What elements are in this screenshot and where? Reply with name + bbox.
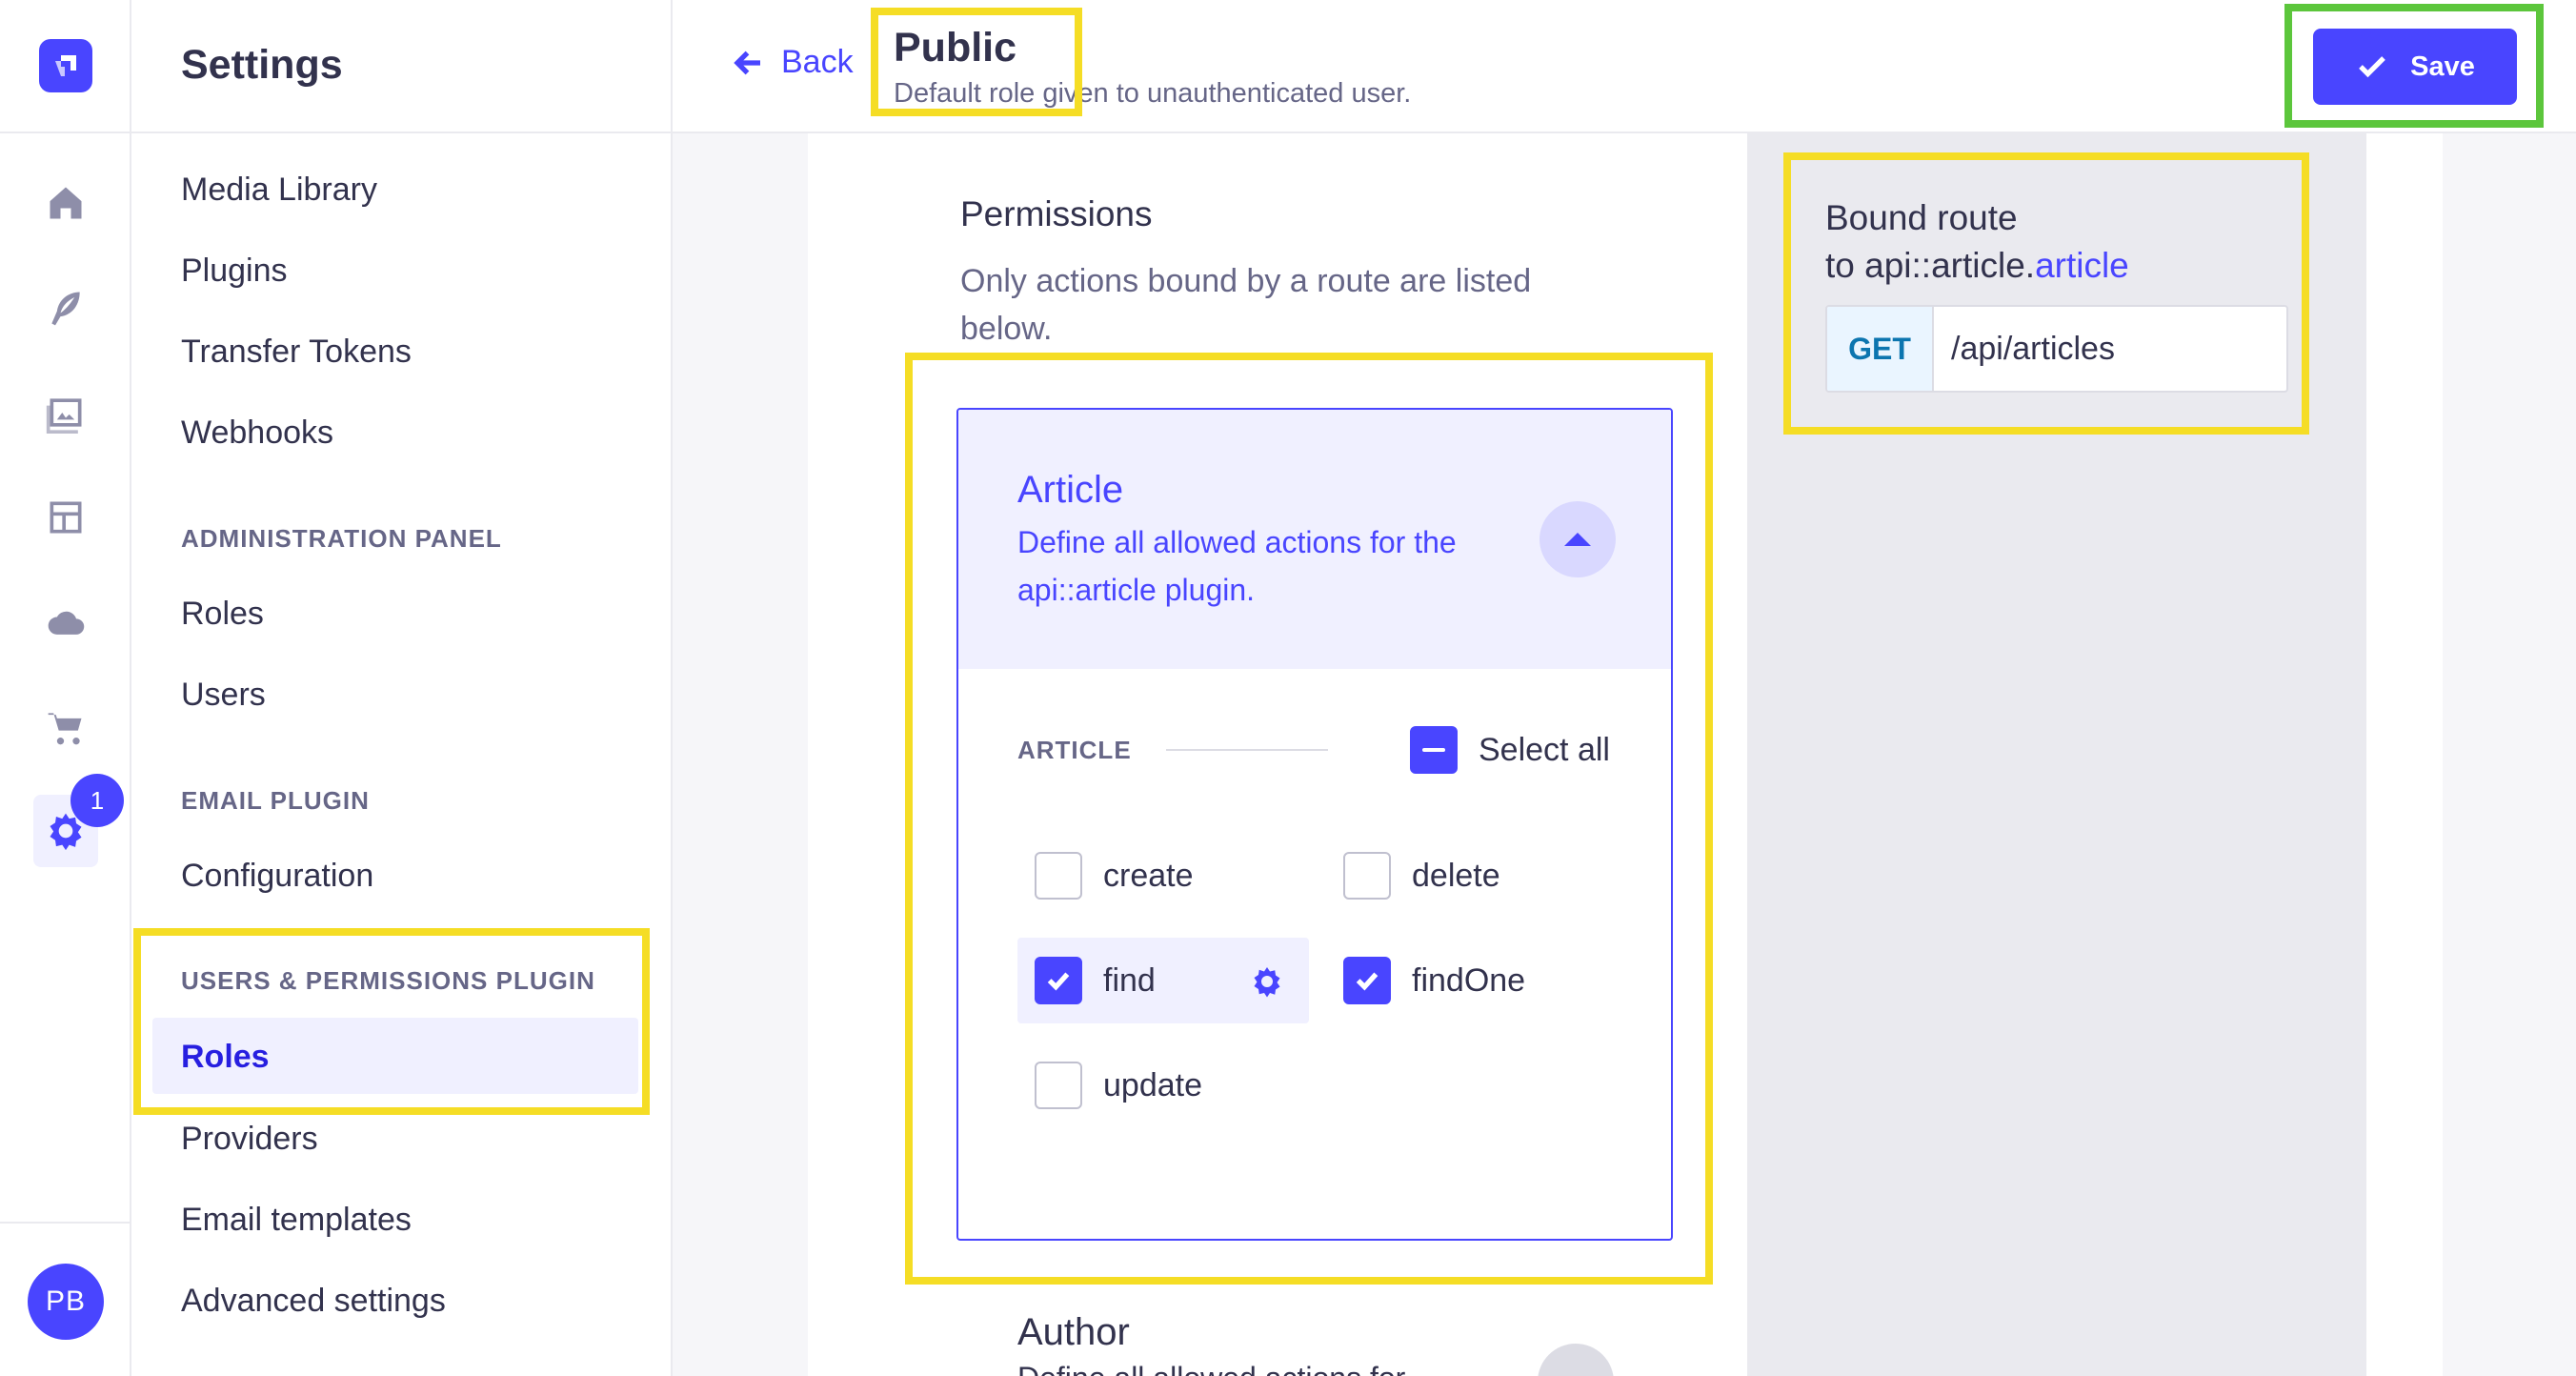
- author-accordion-title[interactable]: Author: [1017, 1311, 1130, 1354]
- feather-icon[interactable]: [40, 282, 91, 334]
- user-avatar[interactable]: PB: [28, 1264, 104, 1340]
- section-administration-panel: ADMINISTRATION PANEL: [181, 524, 502, 553]
- nav-item-advanced-settings[interactable]: Advanced settings: [181, 1283, 446, 1320]
- settings-subnav: Settings Media Library Plugins Transfer …: [131, 0, 673, 1376]
- main-nav-rail: 1 PB: [0, 0, 131, 1376]
- action-label: update: [1103, 1066, 1202, 1103]
- action-label: delete: [1412, 857, 1500, 894]
- rail-divider-bottom: [0, 1222, 131, 1224]
- findone-checkbox[interactable]: [1343, 957, 1391, 1004]
- rail-divider: [0, 132, 131, 133]
- check-icon: [1356, 972, 1379, 991]
- bound-route-accent: article: [2035, 246, 2129, 285]
- nav-item-users[interactable]: Users: [181, 677, 266, 714]
- create-checkbox[interactable]: [1035, 852, 1082, 900]
- action-findone[interactable]: findOne: [1343, 957, 1525, 1004]
- subnav-divider: [131, 132, 673, 133]
- bound-route-line1: Bound route: [1825, 198, 2018, 237]
- page-title: Public: [894, 25, 1017, 71]
- route-path: /api/articles: [1951, 330, 2115, 367]
- back-link[interactable]: Back: [732, 44, 854, 81]
- home-icon[interactable]: [40, 177, 91, 229]
- section-users-permissions-plugin: USERS & PERMISSIONS PLUGIN: [181, 966, 595, 995]
- image-icon[interactable]: [40, 387, 91, 438]
- action-label: create: [1103, 857, 1194, 894]
- strapi-logo-icon[interactable]: [39, 39, 92, 92]
- find-checkbox[interactable]: [1035, 957, 1082, 1004]
- notification-badge: 1: [70, 774, 124, 827]
- action-delete[interactable]: delete: [1343, 852, 1500, 900]
- check-icon: [2359, 56, 2385, 78]
- arrow-left-icon: [734, 51, 760, 74]
- author-accordion-description: Define all allowed actions for: [1017, 1361, 1405, 1376]
- accordion-description: Define all allowed actions for the api::…: [1017, 525, 1457, 607]
- check-icon: [1047, 972, 1070, 991]
- accordion-header[interactable]: Article Define all allowed actions for t…: [958, 410, 1671, 669]
- cog-icon[interactable]: [1250, 964, 1284, 999]
- select-all-checkbox[interactable]: [1410, 726, 1458, 774]
- action-label: findOne: [1412, 961, 1526, 999]
- layout-icon[interactable]: [40, 492, 91, 543]
- collapse-toggle-button[interactable]: [1540, 501, 1616, 577]
- bound-route-prefix: to api::article.: [1825, 246, 2036, 285]
- cloud-icon[interactable]: [40, 597, 91, 648]
- group-label: ARTICLE: [1017, 736, 1132, 764]
- select-all-label: Select all: [1479, 731, 1610, 768]
- bound-route-line2: to api::article.article: [1825, 242, 2129, 290]
- page-header: Back Public Default role given to unauth…: [673, 0, 2576, 133]
- nav-item-admin-roles[interactable]: Roles: [181, 596, 264, 633]
- page-subtitle: Default role given to unauthenticated us…: [894, 78, 1412, 109]
- save-button[interactable]: Save: [2313, 29, 2517, 105]
- group-divider: [1166, 749, 1328, 751]
- save-label: Save: [2410, 51, 2475, 82]
- permissions-description: Only actions bound by a route are listed…: [960, 263, 1532, 347]
- route-method-badge: GET: [1827, 307, 1934, 391]
- nav-item-up-roles[interactable]: Roles: [181, 1039, 270, 1076]
- update-checkbox[interactable]: [1035, 1062, 1082, 1109]
- cart-icon[interactable]: [40, 701, 91, 753]
- accordion-title: Article: [1017, 469, 1124, 511]
- minus-icon: [1422, 748, 1445, 752]
- route-box: GET /api/articles: [1825, 305, 2288, 393]
- nav-item-media-library[interactable]: Media Library: [181, 172, 377, 209]
- bound-route-title: Bound route to api::article.article: [1825, 194, 2129, 290]
- delete-checkbox[interactable]: [1343, 852, 1391, 900]
- permissions-title: Permissions: [960, 194, 1153, 233]
- select-all[interactable]: Select all: [1410, 726, 1610, 774]
- action-label: find: [1103, 961, 1156, 999]
- back-label: Back: [781, 44, 854, 80]
- nav-item-email-templates[interactable]: Email templates: [181, 1202, 412, 1239]
- nav-item-webhooks[interactable]: Webhooks: [181, 415, 333, 452]
- action-create[interactable]: create: [1035, 852, 1194, 900]
- action-find[interactable]: find: [1035, 957, 1156, 1004]
- nav-item-plugins[interactable]: Plugins: [181, 253, 288, 290]
- nav-item-transfer-tokens[interactable]: Transfer Tokens: [181, 334, 412, 371]
- nav-item-providers[interactable]: Providers: [181, 1121, 318, 1158]
- nav-item-configuration[interactable]: Configuration: [181, 858, 373, 895]
- caret-up-icon: [1564, 533, 1591, 546]
- action-update[interactable]: update: [1035, 1062, 1202, 1109]
- subnav-title: Settings: [181, 42, 343, 88]
- article-accordion: Article Define all allowed actions for t…: [956, 408, 1673, 1241]
- section-email-plugin: EMAIL PLUGIN: [181, 786, 370, 815]
